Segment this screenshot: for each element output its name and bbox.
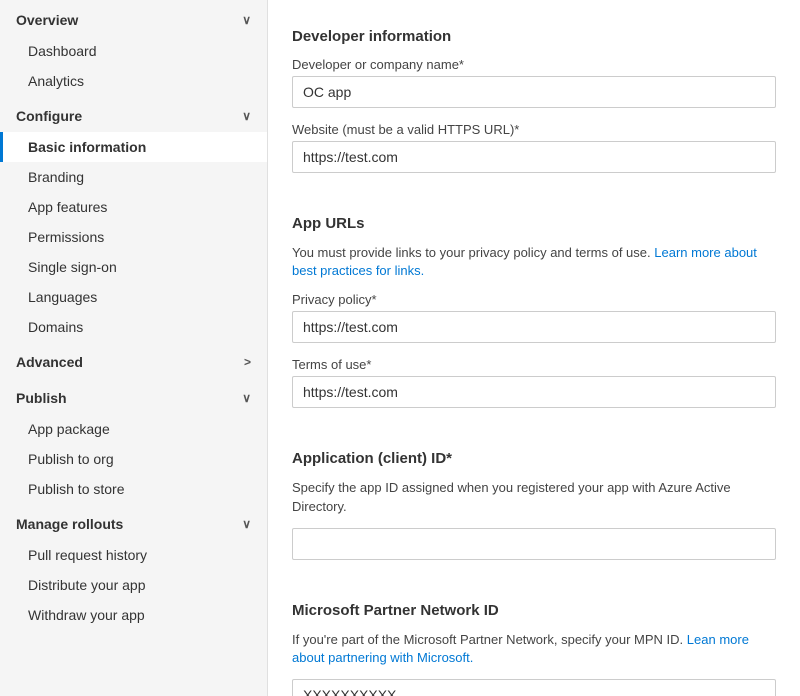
- configure-chevron: ∨: [242, 109, 251, 123]
- sidebar-item-analytics[interactable]: Analytics: [0, 66, 267, 96]
- mpn-input[interactable]: [292, 679, 776, 696]
- sidebar-item-pull-request-history[interactable]: Pull request history: [0, 540, 267, 570]
- sidebar-item-single-sign-on[interactable]: Single sign-on: [0, 252, 267, 282]
- developer-name-input[interactable]: [292, 76, 776, 108]
- sidebar-section-publish[interactable]: Publish ∨: [0, 378, 267, 414]
- mpn-block: Microsoft Partner Network ID If you're p…: [292, 602, 776, 696]
- sidebar-section-configure-label: Configure: [16, 108, 82, 124]
- application-id-description: Specify the app ID assigned when you reg…: [292, 479, 776, 515]
- sidebar-item-languages[interactable]: Languages: [0, 282, 267, 312]
- app-urls-block: App URLs You must provide links to your …: [292, 215, 776, 422]
- main-content: Developer information Developer or compa…: [268, 0, 800, 696]
- developer-info-title: Developer information: [292, 28, 776, 45]
- sidebar-item-basic-information[interactable]: Basic information: [0, 132, 267, 162]
- overview-chevron: ∨: [242, 13, 251, 27]
- manage-rollouts-chevron: ∨: [242, 517, 251, 531]
- application-id-block: Application (client) ID* Specify the app…: [292, 450, 776, 573]
- application-id-title: Application (client) ID*: [292, 450, 776, 467]
- publish-chevron: ∨: [242, 391, 251, 405]
- mpn-title: Microsoft Partner Network ID: [292, 602, 776, 619]
- developer-name-label: Developer or company name*: [292, 57, 776, 72]
- mpn-description: If you're part of the Microsoft Partner …: [292, 631, 776, 667]
- sidebar-section-configure[interactable]: Configure ∨: [0, 96, 267, 132]
- sidebar-section-manage-rollouts-label: Manage rollouts: [16, 516, 123, 532]
- terms-of-use-input[interactable]: [292, 376, 776, 408]
- terms-of-use-label: Terms of use*: [292, 357, 776, 372]
- sidebar-section-overview[interactable]: Overview ∨: [0, 0, 267, 36]
- privacy-policy-input[interactable]: [292, 311, 776, 343]
- sidebar: Overview ∨ Dashboard Analytics Configure…: [0, 0, 268, 696]
- sidebar-item-publish-to-org[interactable]: Publish to org: [0, 444, 267, 474]
- sidebar-section-overview-label: Overview: [16, 12, 78, 28]
- sidebar-section-publish-label: Publish: [16, 390, 67, 406]
- sidebar-item-domains[interactable]: Domains: [0, 312, 267, 342]
- privacy-policy-label: Privacy policy*: [292, 292, 776, 307]
- sidebar-item-withdraw-your-app[interactable]: Withdraw your app: [0, 600, 267, 630]
- app-urls-description: You must provide links to your privacy p…: [292, 244, 776, 280]
- advanced-chevron: >: [244, 355, 251, 369]
- app-urls-title: App URLs: [292, 215, 776, 232]
- application-id-input[interactable]: [292, 528, 776, 560]
- sidebar-item-distribute-your-app[interactable]: Distribute your app: [0, 570, 267, 600]
- sidebar-section-advanced-label: Advanced: [16, 354, 83, 370]
- sidebar-item-publish-to-store[interactable]: Publish to store: [0, 474, 267, 504]
- developer-information-block: Developer information Developer or compa…: [292, 28, 776, 187]
- website-input[interactable]: [292, 141, 776, 173]
- sidebar-item-dashboard[interactable]: Dashboard: [0, 36, 267, 66]
- sidebar-item-branding[interactable]: Branding: [0, 162, 267, 192]
- website-label: Website (must be a valid HTTPS URL)*: [292, 122, 776, 137]
- sidebar-item-app-features[interactable]: App features: [0, 192, 267, 222]
- sidebar-item-permissions[interactable]: Permissions: [0, 222, 267, 252]
- sidebar-item-app-package[interactable]: App package: [0, 414, 267, 444]
- sidebar-section-advanced[interactable]: Advanced >: [0, 342, 267, 378]
- sidebar-section-manage-rollouts[interactable]: Manage rollouts ∨: [0, 504, 267, 540]
